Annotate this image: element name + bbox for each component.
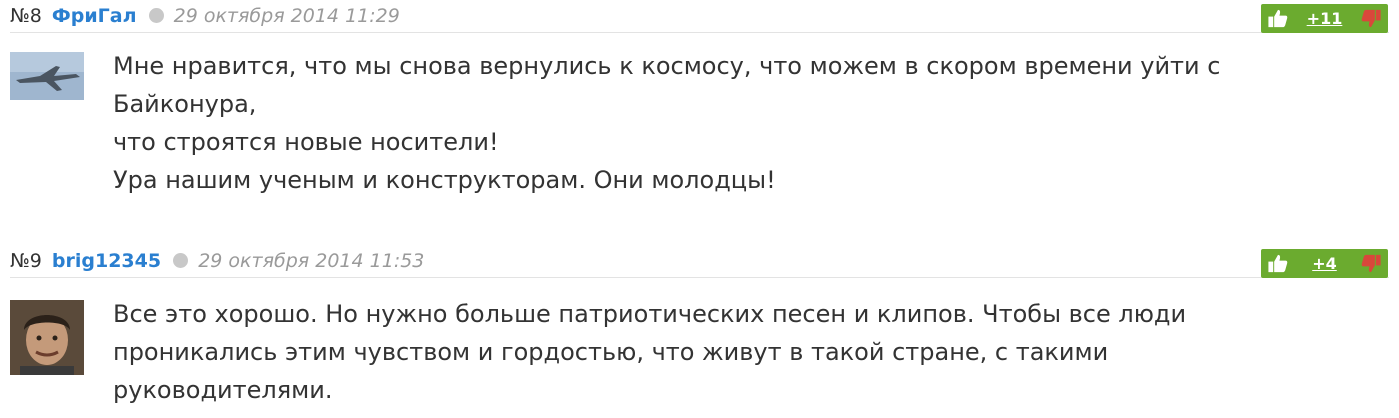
comment-line: проникались этим чувством и гордостью, ч… [113,338,1109,366]
comment-header: №8 ФриГал 29 октября 2014 11:29 [10,0,1389,33]
thumbs-up-icon[interactable] [1266,252,1290,275]
thumbs-up-icon[interactable] [1266,7,1290,30]
comment-8: №8 ФриГал 29 октября 2014 11:29 +11 Мне … [0,0,1399,230]
comment-date: 29 октября 2014 11:29 [173,5,400,27]
online-status-dot [173,253,189,268]
comment-line: Ура нашим ученым и конструкторам. Они мо… [113,166,776,194]
comment-text: Мне нравится, что мы снова вернулись к к… [113,47,1353,199]
comment-line: Мне нравится, что мы снова вернулись к к… [113,52,1221,80]
vote-bar: +11 [1261,4,1388,33]
comment-9: №9 brig12345 29 октября 2014 11:53 +4 Вс… [0,245,1399,418]
vote-score[interactable]: +11 [1295,9,1354,28]
avatar-jet[interactable] [10,52,84,100]
comment-header: №9 brig12345 29 октября 2014 11:53 [10,245,1389,278]
comment-line: Байконура, [113,90,257,118]
comment-line: руководителями. [113,376,333,404]
thumbs-down-icon[interactable] [1359,252,1383,275]
avatar-man[interactable] [10,300,84,375]
comment-text: Все это хорошо. Но нужно больше патриоти… [113,295,1353,409]
vote-bar: +4 [1261,249,1388,278]
comment-line: Все это хорошо. Но нужно больше патриоти… [113,300,1187,328]
comment-line: что строятся новые носители! [113,128,499,156]
vote-score[interactable]: +4 [1295,254,1354,273]
comment-number: №9 [10,250,42,272]
online-status-dot [148,8,164,23]
author-link[interactable]: brig12345 [52,250,161,272]
comment-date: 29 октября 2014 11:53 [198,250,425,272]
thumbs-down-icon[interactable] [1359,7,1383,30]
author-link[interactable]: ФриГал [52,5,137,27]
comment-number: №8 [10,5,42,27]
